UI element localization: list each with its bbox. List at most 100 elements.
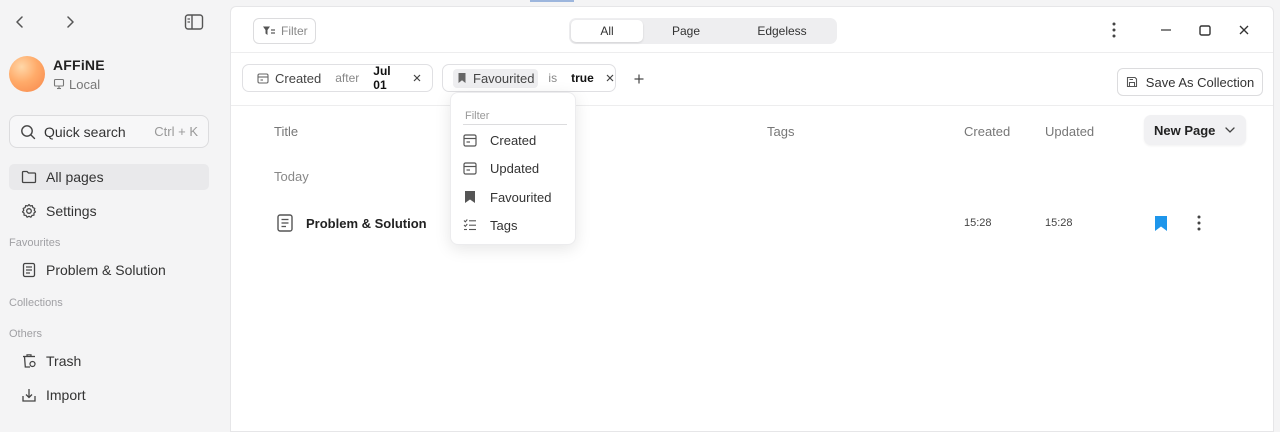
tab-page[interactable]: Page: [643, 20, 729, 42]
bookmark-icon: [465, 191, 475, 203]
dropdown-item-tags[interactable]: Tags: [461, 213, 567, 237]
table-row[interactable]: Problem & Solution 15:28 15:28: [231, 207, 1273, 239]
filter-field-label: Favourited: [473, 70, 535, 86]
sidebar-item-label: All pages: [46, 169, 104, 185]
section-collections: Collections: [9, 297, 63, 309]
add-filter-button[interactable]: [631, 71, 647, 87]
sidebar-toggle-button[interactable]: [184, 13, 204, 33]
workspace-type: Local: [69, 76, 101, 92]
page-icon: [275, 213, 295, 233]
filter-icon: [263, 26, 275, 35]
filter-chip-created: Created after Jul 01: [242, 64, 433, 92]
column-header-tags[interactable]: Tags: [767, 124, 794, 139]
local-storage-icon: [53, 78, 65, 90]
column-header-created[interactable]: Created: [964, 124, 1010, 139]
more-options-button[interactable]: [1104, 20, 1124, 40]
close-icon: [606, 74, 614, 82]
calendar-icon: [463, 134, 477, 147]
bookmark-filled-icon: [1155, 215, 1167, 231]
minimize-icon: [1161, 29, 1171, 31]
sidebar-item-label: Import: [46, 387, 86, 403]
section-favourites: Favourites: [9, 237, 61, 249]
row-more-button[interactable]: [1189, 213, 1209, 233]
chevron-down-icon: [1225, 127, 1236, 133]
sidebar-item-label: Problem & Solution: [46, 262, 166, 278]
sidebar-item-all-pages[interactable]: All pages: [9, 164, 209, 190]
dropdown-item-favourited[interactable]: Favourited: [461, 185, 567, 209]
folder-icon: [21, 169, 37, 185]
filter-label: Filter: [281, 24, 308, 38]
new-page-label: New Page: [1154, 122, 1216, 138]
filter-bar: Created after Jul 01 Favourited is true: [231, 53, 1273, 106]
dropdown-item-label: Created: [490, 132, 537, 148]
close-icon: [413, 74, 421, 82]
filter-field-label: Created: [275, 70, 322, 86]
calendar-icon: [463, 162, 477, 175]
gear-icon: [21, 203, 37, 219]
page-icon: [21, 262, 37, 278]
filter-button[interactable]: Filter: [253, 18, 316, 44]
sidebar-item-trash[interactable]: Trash: [9, 348, 209, 374]
view-switcher: All Page Edgeless: [569, 18, 837, 44]
table-header: Title Tags Created Updated: [231, 117, 1273, 147]
filter-field-dropdown: Created Updated Favourited Tags: [450, 92, 576, 245]
sidebar-toggle-icon: [184, 14, 204, 30]
filter-field-created[interactable]: Created: [253, 69, 325, 88]
maximize-icon: [1199, 24, 1211, 36]
workspace-switcher[interactable]: AFFiNE Local: [9, 56, 105, 92]
row-title[interactable]: Problem & Solution: [306, 216, 427, 231]
sidebar-item-problem-solution[interactable]: Problem & Solution: [9, 257, 209, 283]
bookmark-icon: [458, 73, 466, 83]
tab-edgeless[interactable]: Edgeless: [729, 20, 835, 42]
dropdown-item-updated[interactable]: Updated: [461, 156, 567, 180]
filter-operator[interactable]: after: [335, 71, 359, 85]
forward-button[interactable]: [60, 12, 80, 32]
plus-icon: [634, 74, 644, 84]
row-updated: 15:28: [1045, 217, 1073, 229]
remove-filter-button[interactable]: [606, 72, 614, 84]
workspace-name: AFFiNE: [53, 56, 105, 73]
sidebar-item-import[interactable]: Import: [9, 382, 209, 408]
checklist-icon: [463, 219, 476, 231]
more-vertical-icon: [1197, 215, 1201, 231]
chevron-right-icon: [67, 16, 74, 28]
filter-search-input[interactable]: [463, 107, 567, 125]
filter-value[interactable]: Jul 01: [373, 64, 400, 92]
quick-search-button[interactable]: Quick search Ctrl + K: [9, 115, 209, 148]
dropdown-item-label: Tags: [490, 217, 518, 233]
sidebar-item-label: Settings: [46, 203, 97, 219]
main-panel: Filter All Page Edgeless Created after J…: [230, 6, 1274, 432]
chevron-left-icon: [16, 16, 23, 28]
quick-search-shortcut: Ctrl + K: [154, 124, 198, 139]
filter-operator[interactable]: is: [548, 71, 557, 85]
back-button[interactable]: [10, 12, 30, 32]
search-icon: [21, 124, 36, 139]
column-header-updated[interactable]: Updated: [1045, 124, 1094, 139]
calendar-icon: [257, 73, 269, 84]
new-page-button[interactable]: New Page: [1144, 115, 1246, 145]
filter-value[interactable]: true: [571, 71, 594, 85]
save-as-collection-button[interactable]: Save As Collection: [1117, 68, 1263, 96]
remove-filter-button[interactable]: [412, 72, 422, 84]
sidebar: AFFiNE Local Quick search Ctrl + K All p…: [0, 0, 230, 432]
column-header-title[interactable]: Title: [274, 124, 298, 139]
close-icon: [1239, 25, 1249, 35]
filter-chip-favourited: Favourited is true: [442, 64, 616, 92]
workspace-avatar: [9, 56, 45, 92]
tab-all[interactable]: All: [571, 20, 643, 42]
quick-search-label: Quick search: [44, 123, 126, 140]
section-others: Others: [9, 328, 43, 340]
sidebar-item-settings[interactable]: Settings: [9, 198, 209, 224]
import-icon: [21, 387, 37, 403]
favourite-toggle[interactable]: [1151, 213, 1171, 233]
minimize-button[interactable]: [1156, 20, 1176, 40]
dropdown-item-created[interactable]: Created: [461, 128, 567, 152]
close-window-button[interactable]: [1234, 20, 1254, 40]
filter-field-favourited[interactable]: Favourited: [453, 68, 539, 88]
save-as-collection-label: Save As Collection: [1145, 74, 1255, 90]
sidebar-item-label: Trash: [46, 353, 82, 369]
more-vertical-icon: [1112, 22, 1116, 38]
dropdown-item-label: Updated: [490, 160, 540, 176]
maximize-button[interactable]: [1195, 20, 1215, 40]
top-toolbar: Filter All Page Edgeless: [231, 7, 1273, 53]
